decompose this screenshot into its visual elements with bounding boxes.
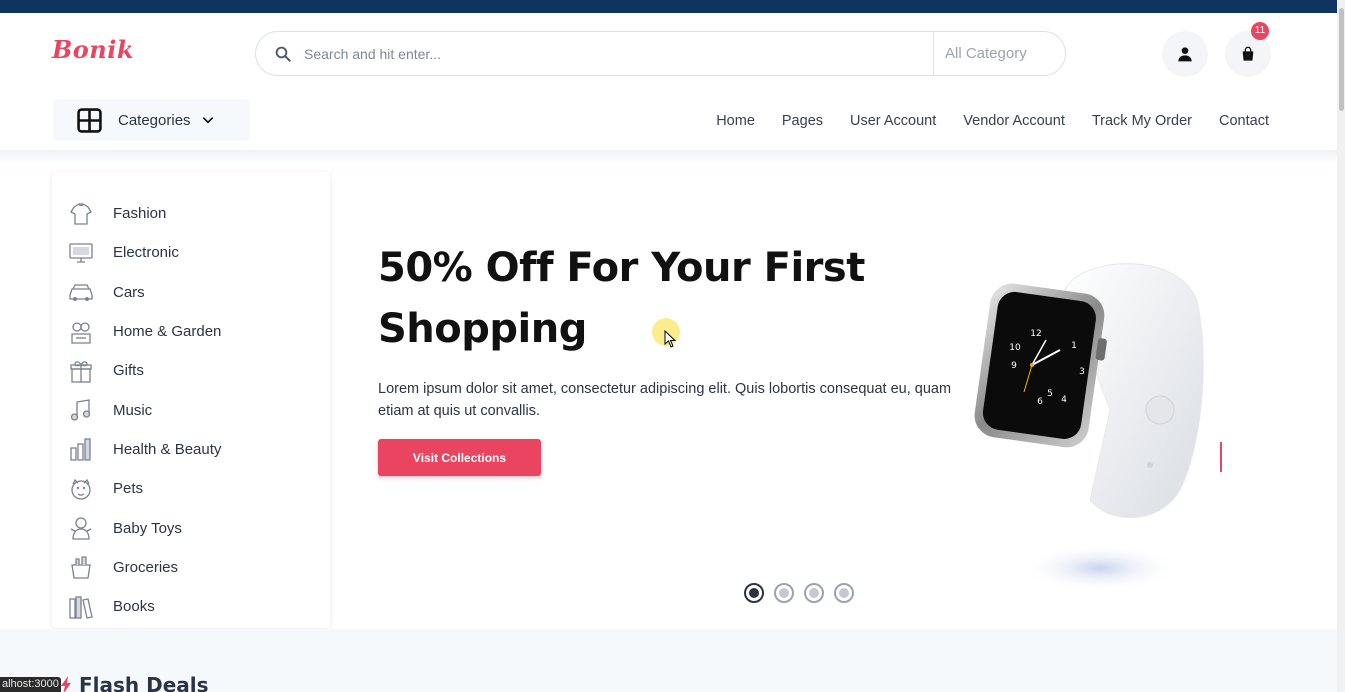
svg-text:3: 3 [1079,367,1085,377]
nav-contact[interactable]: Contact [1219,113,1269,129]
browser-status-bar: alhost:3000 [0,677,61,692]
user-button[interactable] [1162,31,1208,77]
nav-vendor-account[interactable]: Vendor Account [963,113,1065,129]
svg-text:4: 4 [1061,395,1067,405]
hero-description: Lorem ipsum dolor sit amet, consectetur … [378,381,952,419]
categories-label: Categories [118,111,191,129]
svg-text:12: 12 [1030,329,1041,339]
health-beauty-icon [70,438,91,462]
pet-icon [71,478,91,500]
sidebar-item-music[interactable]: Music [52,390,330,429]
svg-text:6: 6 [1037,397,1043,407]
sidebar-item-health-beauty[interactable]: Health & Beauty [52,430,330,469]
top-bar [0,0,1337,13]
hero-title: 50% Off For Your First Shopping [378,238,898,360]
search-icon [275,46,291,62]
main-nav: Home Pages User Account Vendor Account T… [716,113,1269,129]
carousel-dots [744,583,854,603]
carousel-dot-1[interactable] [744,583,764,603]
carousel-dot-3[interactable] [804,583,824,603]
carousel-edge-marker [1220,442,1222,472]
home-garden-icon [71,321,91,344]
hero-title-line2: Shopping [378,306,587,352]
category-select[interactable]: All Category [933,32,1065,75]
svg-text:1: 1 [1071,341,1077,351]
baby-toys-icon [70,517,92,540]
groceries-icon [71,556,91,579]
category-sidebar: Fashion Electronic Cars Home & Garden Gi… [52,172,330,628]
nav-home[interactable]: Home [716,113,755,129]
user-icon [1178,47,1192,62]
nav-track-my-order[interactable]: Track My Order [1092,113,1192,129]
sidebar-item-fashion[interactable]: Fashion [52,194,330,233]
sidebar-item-books[interactable]: Books [52,587,330,626]
mouse-cursor-icon [664,330,676,348]
electronic-icon [69,243,93,263]
logo[interactable]: Bonik [52,35,134,64]
sidebar-item-groceries[interactable]: Groceries [52,548,330,587]
smartwatch-image: 12 1 3 4 6 9 10 5 [974,263,1204,592]
flash-deals-title: Flash Deals [79,673,209,692]
books-icon [69,595,93,619]
chevron-down-icon [202,117,213,124]
sidebar-item-electronic[interactable]: Electronic [52,233,330,272]
hero-title-line1: 50% Off For Your First [378,245,865,291]
visit-collections-button[interactable]: Visit Collections [378,439,541,476]
sidebar-item-cars[interactable]: Cars [52,273,330,312]
cart-count-badge: 11 [1251,22,1269,40]
gift-icon [70,361,92,383]
header: Bonik All Category 11 Categories Home Pa… [0,13,1337,151]
svg-text:5: 5 [1047,389,1053,399]
sidebar-item-pets[interactable]: Pets [52,469,330,508]
grid-icon [77,107,102,133]
search-input[interactable] [304,42,924,66]
carousel-dot-2[interactable] [774,583,794,603]
search-bar: All Category [255,31,1066,76]
sidebar-item-gifts[interactable]: Gifts [52,351,330,390]
car-icon [69,284,93,302]
svg-text:9: 9 [1011,361,1017,371]
scrollbar-thumb[interactable] [1339,8,1344,111]
categories-button[interactable]: Categories [53,99,250,141]
lightning-icon [61,676,71,692]
nav-pages[interactable]: Pages [782,113,823,129]
sidebar-item-baby-toys[interactable]: Baby Toys [52,508,330,547]
fashion-icon [70,202,92,225]
music-icon [70,399,91,421]
nav-user-account[interactable]: User Account [850,113,936,129]
carousel-dot-4[interactable] [834,583,854,603]
svg-text:10: 10 [1009,343,1021,353]
sidebar-item-home-garden[interactable]: Home & Garden [52,312,330,351]
shopping-bag-icon [1242,46,1254,61]
header-shadow [0,150,1337,164]
